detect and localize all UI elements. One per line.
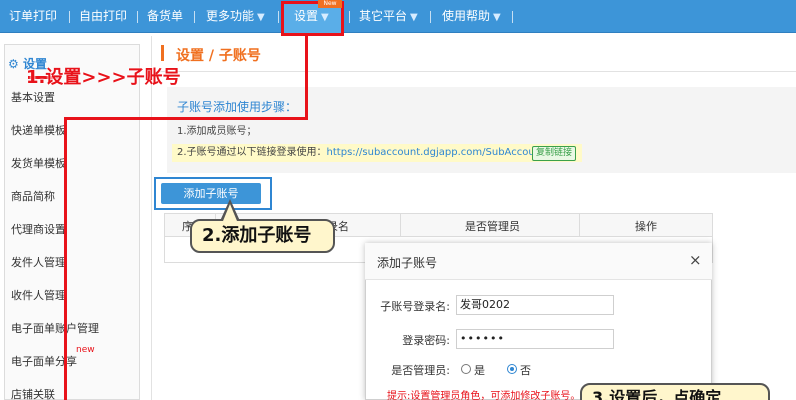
dialog-title: 添加子账号 xyxy=(377,256,438,270)
annotation-step-3: 3.设置后，点确定 xyxy=(580,383,770,400)
admin-tip-text: 提示:设置管理员角色，可添加修改子账号。 xyxy=(387,391,581,400)
subaccount-url-link[interactable]: https://subaccount.dgjapp.com/SubAccount xyxy=(327,147,545,158)
nav-item-stock-list[interactable]: 备货单 xyxy=(147,0,183,33)
copy-link-button[interactable]: 复制链接 xyxy=(532,146,577,161)
nav-divider xyxy=(194,11,195,23)
annotation-line xyxy=(305,35,308,119)
close-icon[interactable]: × xyxy=(689,251,702,269)
chevron-down-icon: ▼ xyxy=(493,12,501,23)
nav-divider xyxy=(137,11,138,23)
annotation-line xyxy=(64,117,67,400)
admin-no-label: 否 xyxy=(520,364,531,377)
content-divider xyxy=(151,36,152,400)
annotation-step-2: 2.添加子账号 xyxy=(190,219,335,253)
nav-divider xyxy=(349,11,350,23)
login-name-label: 子账号登录名: xyxy=(380,300,450,313)
sidebar-item-waybill-template[interactable]: 快递单模板 xyxy=(11,122,66,138)
page-title: 设置 / 子账号 xyxy=(176,48,261,64)
title-accent-bar xyxy=(161,45,164,61)
chevron-down-icon: ▼ xyxy=(410,12,418,23)
nav-divider xyxy=(69,11,70,23)
chevron-down-icon: ▼ xyxy=(257,12,265,23)
nav-divider xyxy=(278,11,279,23)
admin-yes-radio[interactable] xyxy=(461,364,471,374)
table-header-divider xyxy=(400,213,401,237)
new-badge: new xyxy=(76,345,95,355)
nav-item-settings[interactable]: 设置 ▼ xyxy=(294,0,329,33)
sidebar-item-agent-settings[interactable]: 代理商设置 xyxy=(11,221,66,237)
table-header-admin: 是否管理员 xyxy=(465,220,520,233)
nav-item-free-print[interactable]: 自由打印 xyxy=(79,0,127,33)
annotation-line xyxy=(64,117,308,120)
add-subaccount-button[interactable]: 添加子账号 xyxy=(161,183,261,204)
nav-divider xyxy=(512,11,513,23)
sidebar-item-sender-management[interactable]: 发件人管理 xyxy=(11,254,66,270)
sidebar-item-invoice-template[interactable]: 发货单模板 xyxy=(11,155,66,171)
sidebar-item-product-alias[interactable]: 商品简称 xyxy=(11,188,55,204)
chevron-down-icon: ▼ xyxy=(321,12,329,23)
admin-yes-label: 是 xyxy=(474,364,485,377)
password-input[interactable]: •••••• xyxy=(456,329,614,349)
sidebar-item-basic-settings[interactable]: 基本设置 xyxy=(11,89,55,105)
instruction-step-1: 1.添加成员账号； xyxy=(177,126,257,137)
login-name-input[interactable]: 发哥0202 xyxy=(456,295,614,315)
sidebar-item-eorder-account[interactable]: 电子面单账户管理 xyxy=(11,320,99,336)
nav-item-help[interactable]: 使用帮助 ▼ xyxy=(442,0,501,33)
instructions-title: 子账号添加使用步骤： xyxy=(177,100,298,114)
sidebar-item-receiver-management[interactable]: 收件人管理 xyxy=(11,287,66,303)
nav-item-other-platforms[interactable]: 其它平台 ▼ xyxy=(359,0,418,33)
nav-divider xyxy=(430,11,431,23)
callout-pointer-fill xyxy=(223,204,237,221)
nav-item-order-print[interactable]: 订单打印 xyxy=(9,0,57,33)
annotation-step-1: 1.设置>>>子账号 xyxy=(26,67,181,88)
sidebar-item-shop-link[interactable]: 店铺关联 xyxy=(11,386,55,400)
gear-icon: ⚙ xyxy=(8,57,19,71)
password-label: 登录密码: xyxy=(402,334,450,347)
sidebar-item-eorder-share[interactable]: 电子面单分享 xyxy=(11,353,77,369)
nav-item-more-features[interactable]: 更多功能 ▼ xyxy=(206,0,265,33)
instruction-step-2: 2.子账号通过以下链接登录使用：https://subaccount.dgjap… xyxy=(172,144,582,162)
admin-no-radio[interactable] xyxy=(507,364,517,374)
title-divider xyxy=(160,71,796,72)
is-admin-label: 是否管理员: xyxy=(391,364,450,377)
table-header-divider xyxy=(579,213,580,237)
table-header-actions: 操作 xyxy=(635,220,657,233)
